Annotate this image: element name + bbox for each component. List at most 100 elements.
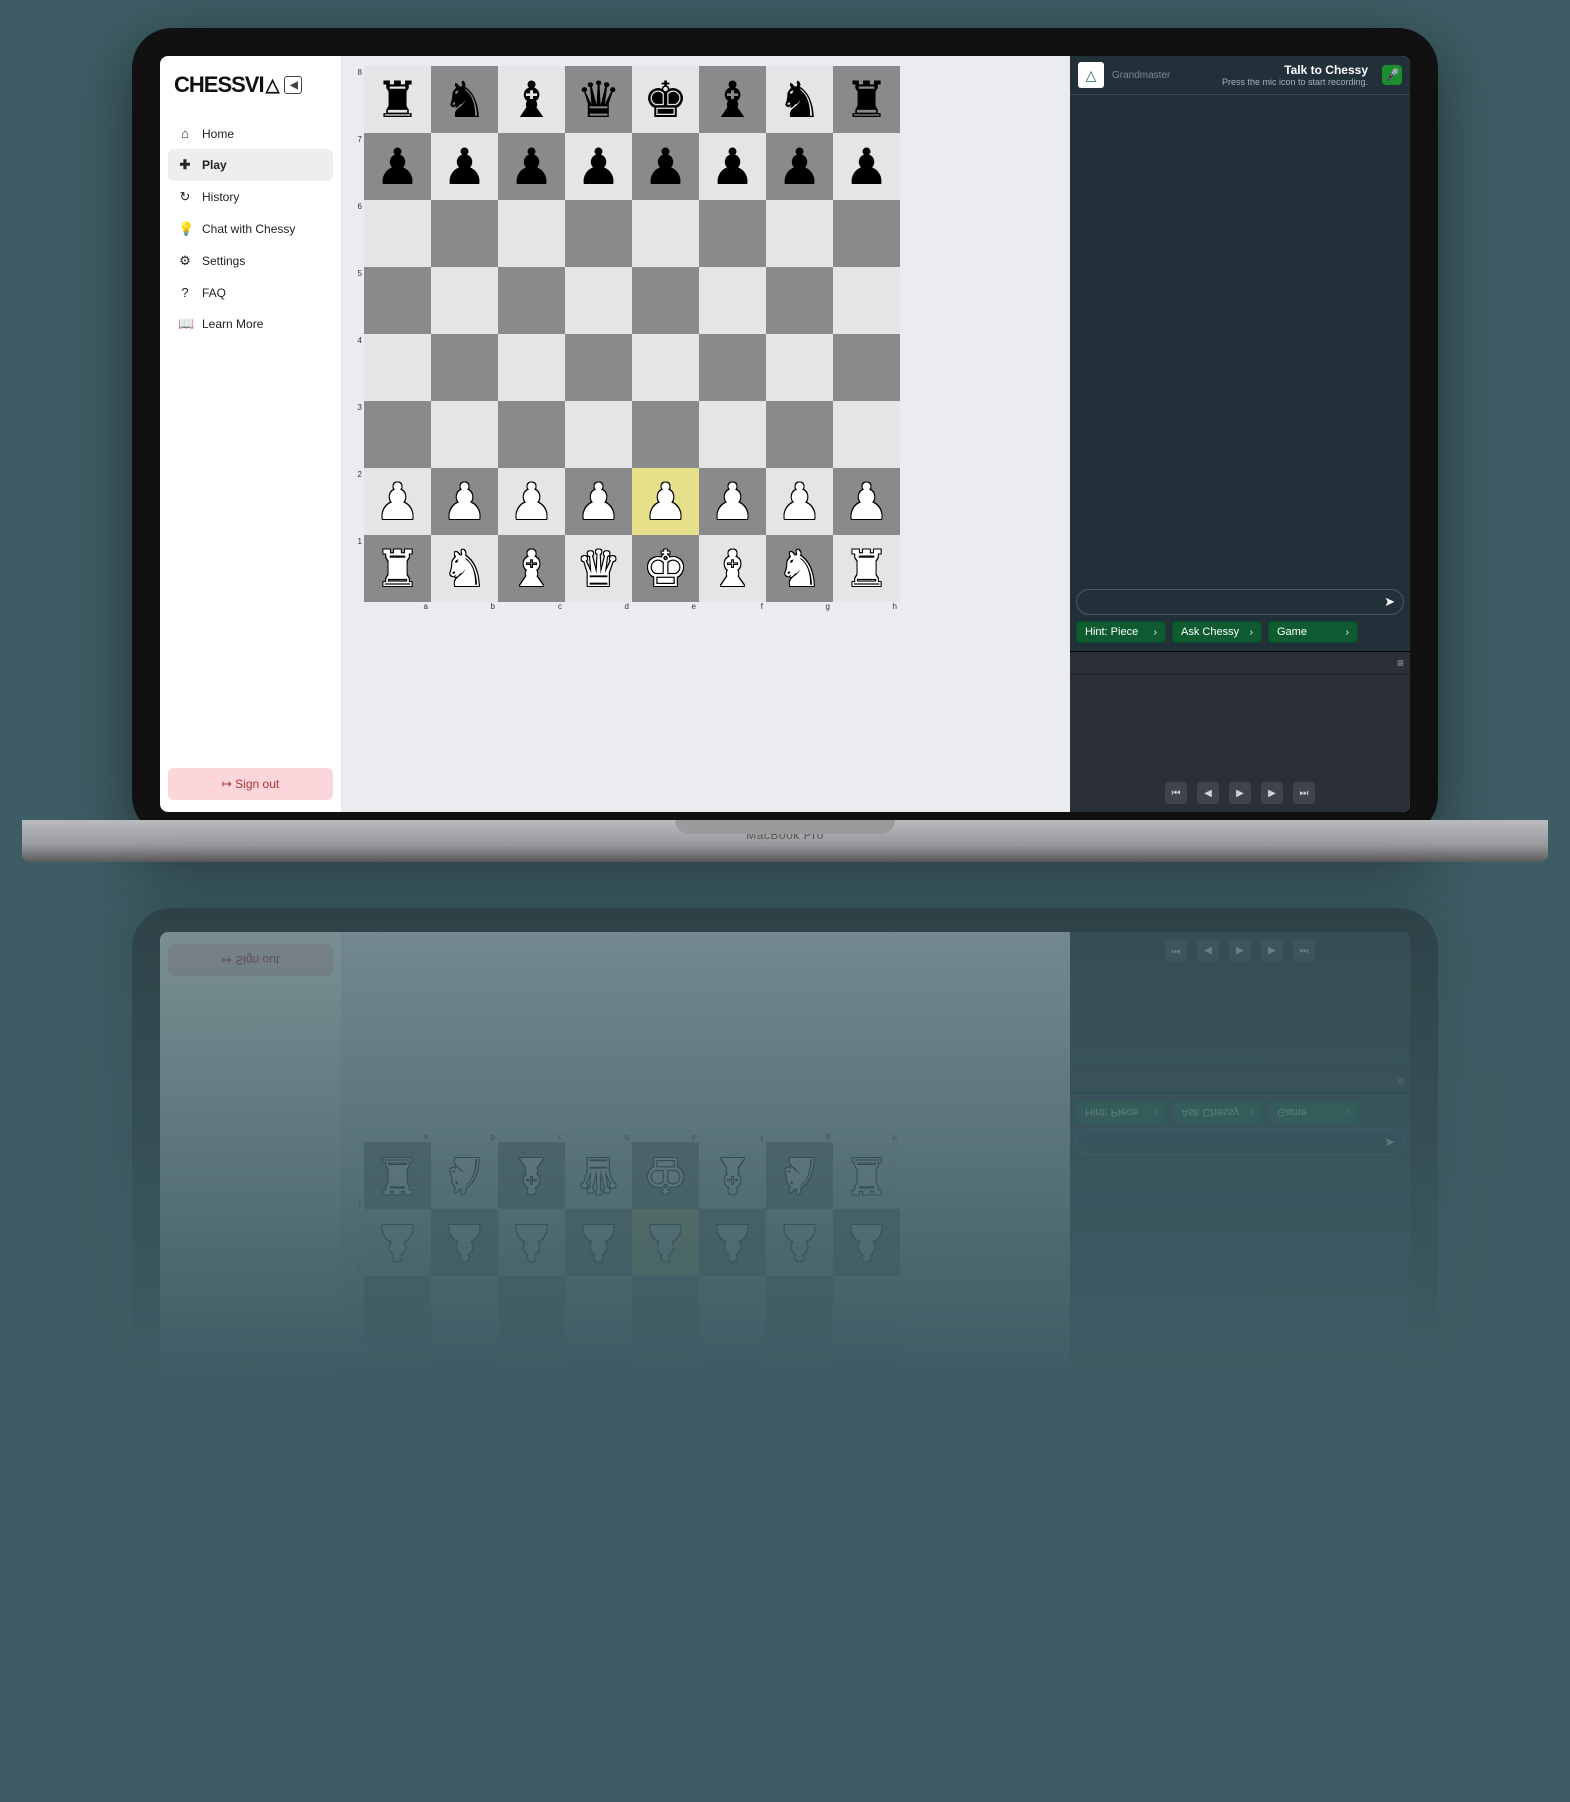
square-f1[interactable]: ♝ — [699, 1142, 766, 1209]
square-a2[interactable]: ♟ — [364, 468, 431, 535]
square-b1[interactable]: ♞ — [431, 1142, 498, 1209]
piece-wp[interactable]: ♟ — [509, 1218, 554, 1268]
piece-wp[interactable]: ♟ — [576, 477, 621, 527]
moves-last[interactable]: ⏭ — [1293, 940, 1315, 962]
piece-wp[interactable]: ♟ — [442, 1218, 487, 1268]
piece-wb[interactable]: ♝ — [710, 1151, 755, 1201]
piece-bp[interactable]: ♟ — [710, 1553, 755, 1603]
piece-bp[interactable]: ♟ — [442, 1553, 487, 1603]
square-b5[interactable] — [431, 1410, 498, 1477]
square-g8[interactable]: ♞ — [766, 1611, 833, 1678]
piece-bk[interactable]: ♚ — [643, 1620, 688, 1670]
square-f4[interactable] — [699, 334, 766, 401]
piece-wp[interactable]: ♟ — [509, 477, 554, 527]
square-b4[interactable] — [431, 1343, 498, 1410]
square-h4[interactable] — [833, 1343, 900, 1410]
piece-wp[interactable]: ♟ — [576, 1218, 621, 1268]
piece-bb[interactable]: ♝ — [710, 75, 755, 125]
square-f2[interactable]: ♟ — [699, 1209, 766, 1276]
square-e2[interactable]: ♟ — [632, 468, 699, 535]
square-e6[interactable] — [632, 1477, 699, 1544]
square-e3[interactable] — [632, 401, 699, 468]
piece-bb[interactable]: ♝ — [509, 75, 554, 125]
square-e7[interactable]: ♟ — [632, 133, 699, 200]
moves-play[interactable]: ▶ — [1229, 940, 1251, 962]
nav-learn[interactable]: 📖Learn More — [168, 1404, 333, 1436]
piece-bp[interactable]: ♟ — [643, 1553, 688, 1603]
mic-button[interactable]: 🎤 — [1382, 65, 1402, 85]
square-a6[interactable] — [364, 200, 431, 267]
hint-ask[interactable]: Ask Chessy› — [1172, 1101, 1262, 1123]
square-g3[interactable] — [766, 401, 833, 468]
piece-wr[interactable]: ♜ — [844, 1151, 889, 1201]
square-e3[interactable] — [632, 1276, 699, 1343]
nav-play[interactable]: ✚Play — [168, 1563, 333, 1595]
collapse-sidebar-button[interactable]: ◀ — [284, 76, 302, 94]
square-c1[interactable]: ♝ — [498, 535, 565, 602]
square-e8[interactable]: ♚ — [632, 1611, 699, 1678]
piece-wb[interactable]: ♝ — [509, 544, 554, 594]
square-h6[interactable] — [833, 1477, 900, 1544]
square-d4[interactable] — [565, 334, 632, 401]
piece-bp[interactable]: ♟ — [844, 1553, 889, 1603]
square-b8[interactable]: ♞ — [431, 66, 498, 133]
square-c6[interactable] — [498, 200, 565, 267]
square-f8[interactable]: ♝ — [699, 66, 766, 133]
piece-bp[interactable]: ♟ — [844, 142, 889, 192]
piece-wp[interactable]: ♟ — [710, 1218, 755, 1268]
square-b3[interactable] — [431, 1276, 498, 1343]
square-d5[interactable] — [565, 267, 632, 334]
piece-bk[interactable]: ♚ — [643, 75, 688, 125]
square-g2[interactable]: ♟ — [766, 1209, 833, 1276]
piece-bp[interactable]: ♟ — [509, 1553, 554, 1603]
piece-wp[interactable]: ♟ — [375, 477, 420, 527]
square-b7[interactable]: ♟ — [431, 1544, 498, 1611]
square-c2[interactable]: ♟ — [498, 1209, 565, 1276]
square-d1[interactable]: ♛ — [565, 1142, 632, 1209]
square-g6[interactable] — [766, 1477, 833, 1544]
square-h2[interactable]: ♟ — [833, 468, 900, 535]
piece-bp[interactable]: ♟ — [777, 142, 822, 192]
moves-settings-icon[interactable]: ≡ — [1397, 656, 1404, 670]
piece-bn[interactable]: ♞ — [777, 75, 822, 125]
piece-wp[interactable]: ♟ — [777, 1218, 822, 1268]
square-d7[interactable]: ♟ — [565, 133, 632, 200]
square-e1[interactable]: ♚ — [632, 535, 699, 602]
square-a4[interactable] — [364, 1343, 431, 1410]
piece-wq[interactable]: ♛ — [576, 1151, 621, 1201]
piece-wr[interactable]: ♜ — [375, 1151, 420, 1201]
nav-learn[interactable]: 📖Learn More — [168, 308, 333, 340]
square-h8[interactable]: ♜ — [833, 1611, 900, 1678]
piece-wk[interactable]: ♚ — [643, 1151, 688, 1201]
moves-last[interactable]: ⏭ — [1293, 782, 1315, 804]
chat-input[interactable] — [1085, 596, 1384, 608]
piece-wp[interactable]: ♟ — [710, 477, 755, 527]
square-c3[interactable] — [498, 401, 565, 468]
piece-br[interactable]: ♜ — [844, 75, 889, 125]
piece-wb[interactable]: ♝ — [710, 544, 755, 594]
square-a4[interactable] — [364, 334, 431, 401]
square-b4[interactable] — [431, 334, 498, 401]
square-b2[interactable]: ♟ — [431, 1209, 498, 1276]
square-h6[interactable] — [833, 200, 900, 267]
square-h5[interactable] — [833, 1410, 900, 1477]
square-d6[interactable] — [565, 200, 632, 267]
nav-settings[interactable]: ⚙Settings — [168, 245, 333, 277]
square-h3[interactable] — [833, 1276, 900, 1343]
square-f1[interactable]: ♝ — [699, 535, 766, 602]
nav-history[interactable]: ↻History — [168, 1531, 333, 1563]
piece-wn[interactable]: ♞ — [442, 544, 487, 594]
signout-button[interactable]: ↦ Sign out — [168, 768, 333, 800]
moves-next[interactable]: ▶ — [1261, 940, 1283, 962]
square-c6[interactable] — [498, 1477, 565, 1544]
nav-home[interactable]: ⌂Home — [168, 118, 333, 149]
piece-bp[interactable]: ♟ — [643, 142, 688, 192]
square-h1[interactable]: ♜ — [833, 1142, 900, 1209]
square-h8[interactable]: ♜ — [833, 66, 900, 133]
nav-faq[interactable]: ?FAQ — [168, 1436, 333, 1467]
square-c2[interactable]: ♟ — [498, 468, 565, 535]
square-d8[interactable]: ♛ — [565, 66, 632, 133]
piece-bq[interactable]: ♛ — [576, 75, 621, 125]
piece-wp[interactable]: ♟ — [844, 477, 889, 527]
piece-wn[interactable]: ♞ — [442, 1151, 487, 1201]
